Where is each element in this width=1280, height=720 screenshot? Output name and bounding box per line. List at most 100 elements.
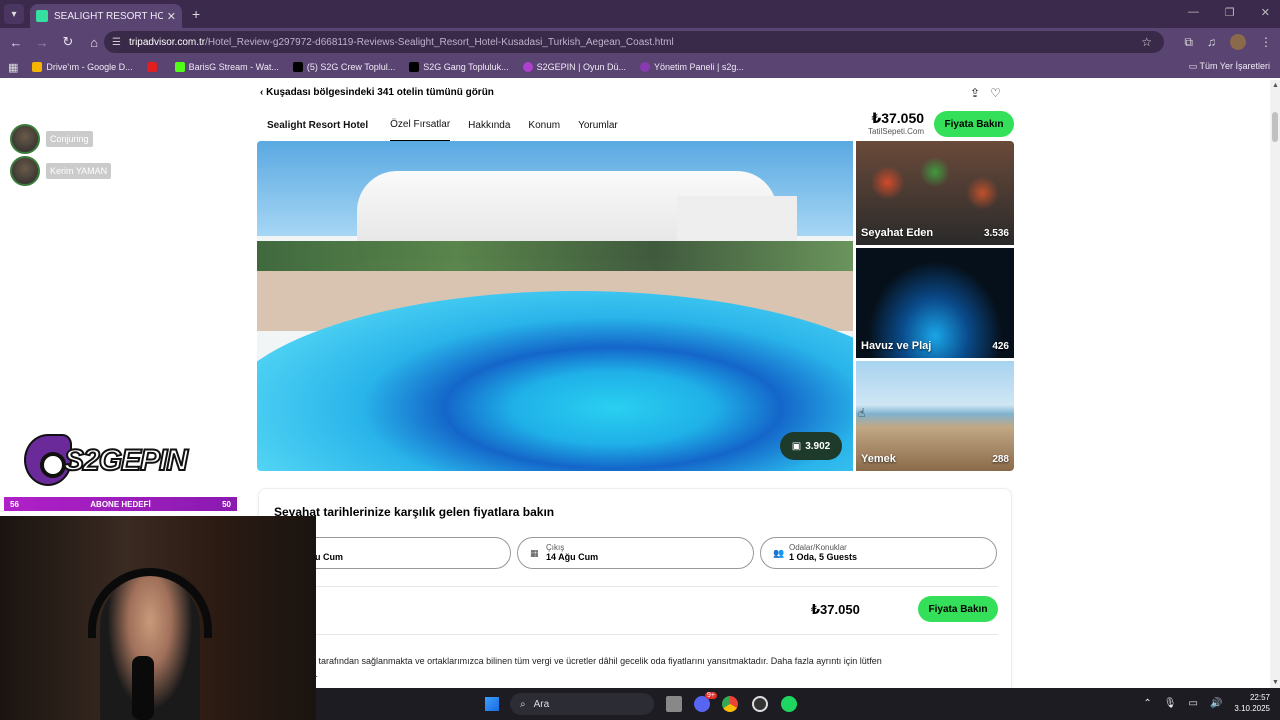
- task-view-icon[interactable]: [666, 696, 682, 712]
- back-icon[interactable]: ←: [4, 35, 28, 50]
- url-input[interactable]: ☰ tripadvisor.com.tr/Hotel_Review-g29797…: [104, 31, 1164, 53]
- offer-view-price-button[interactable]: Fiyata Bakın: [918, 596, 998, 622]
- close-window-icon[interactable]: ✕: [1261, 6, 1270, 19]
- all-bookmarks[interactable]: ▭ Tüm Yer İşaretleri: [1189, 61, 1270, 72]
- sub-goal-label: ABONE HEDEFİ: [90, 499, 151, 509]
- main-hotel-photo[interactable]: [257, 141, 853, 471]
- viewer-name: Kerim YAMAN: [46, 163, 112, 179]
- nav-view-price-button[interactable]: Fiyata Bakın: [934, 111, 1014, 137]
- toolbar-right: ⧉ ♫ ⋮: [1184, 34, 1272, 50]
- gallery-thumb-dining[interactable]: Yemek 288: [856, 361, 1014, 471]
- site-info-icon[interactable]: ☰: [112, 37, 121, 48]
- minimize-icon[interactable]: —: [1188, 6, 1199, 19]
- folder-icon: ▭: [1188, 61, 1200, 71]
- rooms-value: 1 Oda, 5 Guests: [789, 552, 858, 562]
- youtube-icon: [146, 62, 157, 72]
- checkout-label: Çıkış: [546, 543, 565, 552]
- bookmark-label: (5) S2G Crew Toplul...: [306, 62, 396, 72]
- bookmark-item[interactable]: Yönetim Paneli | s2g...: [639, 62, 744, 72]
- tab-deals[interactable]: Özel Fırsatlar: [390, 109, 451, 142]
- x-icon: [292, 62, 303, 72]
- window-controls: — ❐ ✕: [1188, 6, 1270, 19]
- maximize-icon[interactable]: ❐: [1225, 6, 1235, 19]
- tab-about[interactable]: Hakkında: [468, 110, 510, 141]
- bookmark-star-icon[interactable]: ☆: [1141, 35, 1152, 49]
- all-bookmarks-label: Tüm Yer İşaretleri: [1199, 61, 1270, 71]
- bookmark-label: Yönetim Paneli | s2g...: [653, 62, 744, 72]
- close-tab-icon[interactable]: ✕: [167, 10, 176, 23]
- new-tab-icon[interactable]: +: [192, 6, 200, 22]
- heart-icon[interactable]: ♡: [990, 86, 1001, 100]
- bookmark-item[interactable]: S2G Gang Topluluk...: [409, 62, 509, 72]
- offer-price: ₺37.050: [811, 602, 860, 617]
- tab-search-icon[interactable]: ▾: [4, 4, 24, 24]
- clock[interactable]: 22:57 3.10.2025: [1234, 692, 1270, 714]
- checkin-spacer: [303, 543, 510, 552]
- divider: [274, 586, 998, 587]
- image-icon: ▣: [791, 440, 802, 452]
- photo-count-badge[interactable]: ▣ 3.902: [780, 432, 842, 460]
- drive-icon: [32, 62, 43, 72]
- volume-icon[interactable]: 🔊: [1210, 698, 1222, 709]
- obs-icon[interactable]: [752, 696, 768, 712]
- logo-text: S2GEPIN: [63, 443, 189, 478]
- hotel-name[interactable]: Sealight Resort Hotel: [267, 110, 368, 141]
- back-to-hotels-link[interactable]: ‹ Kuşadası bölgesindeki 341 otelin tümün…: [260, 87, 494, 98]
- scroll-up-icon[interactable]: ▲: [1272, 82, 1279, 89]
- media-icon[interactable]: ♫: [1207, 35, 1216, 49]
- reload-icon[interactable]: ↻: [56, 34, 80, 50]
- browser-tab[interactable]: SEALIGHT RESORT HOTEL (Kuşa ✕: [30, 4, 182, 28]
- bookmark-item[interactable]: S2GEPIN | Oyun Dü...: [522, 62, 626, 72]
- taskbar-search[interactable]: ⌕ Ara: [510, 693, 654, 715]
- viewer-kerim: Kerim YAMAN: [10, 156, 112, 186]
- chrome-icon[interactable]: [722, 696, 738, 712]
- bookmark-label: S2G Gang Topluluk...: [423, 62, 509, 72]
- home-icon[interactable]: ⌂: [82, 35, 106, 50]
- bookmark-label: Drive'ım - Google D...: [46, 62, 133, 72]
- bookmark-item[interactable]: Drive'ım - Google D...: [32, 62, 133, 72]
- mic-icon[interactable]: 🎙: [1164, 698, 1177, 709]
- windows-start-icon[interactable]: [485, 697, 499, 711]
- forward-icon[interactable]: →: [30, 35, 54, 50]
- thumb-count: 3.536: [983, 228, 1009, 239]
- tab-reviews[interactable]: Yorumlar: [578, 110, 618, 141]
- discord-badge: 9+: [705, 692, 717, 699]
- scroll-thumb[interactable]: [1272, 112, 1278, 142]
- hotel-nav: Sealight Resort Hotel Özel Fırsatlar Hak…: [256, 108, 1016, 142]
- taskbar-search-placeholder: Ara: [533, 698, 550, 710]
- address-bar: ← → ↻ ⌂ ☰ tripadvisor.com.tr/Hotel_Revie…: [0, 28, 1280, 56]
- mouse-cursor-icon: ☝: [858, 406, 866, 420]
- apps-grid-icon[interactable]: ▦: [8, 61, 18, 74]
- chevron-up-icon[interactable]: ⌃: [1143, 698, 1151, 709]
- tab-location[interactable]: Konum: [528, 110, 560, 141]
- bookmark-label: S2GEPIN | Oyun Dü...: [536, 62, 626, 72]
- thumb-label: Yemek: [861, 453, 896, 465]
- bookmark-item[interactable]: (5) S2G Crew Toplul...: [292, 62, 396, 72]
- bookmark-item[interactable]: BarisG Stream - Wat...: [174, 62, 279, 72]
- price-card: Seyahat tarihlerinize karşılık gelen fiy…: [258, 488, 1012, 688]
- gallery-thumb-pool[interactable]: Havuz ve Plaj 426: [856, 248, 1014, 358]
- calendar-icon: ▦: [530, 548, 539, 558]
- viewer-name: Conjuring: [46, 131, 93, 147]
- microphone-icon: [132, 656, 154, 720]
- extensions-icon[interactable]: ⧉: [1184, 35, 1193, 50]
- nav-price: ₺37.050 TatilSepeti.Com: [868, 110, 924, 136]
- price-disclaimer: rtaklarımız tarafından sağlanmakta ve or…: [274, 656, 882, 679]
- menu-icon[interactable]: ⋮: [1260, 35, 1272, 49]
- url-path: /Hotel_Review-g297972-d668119-Reviews-Se…: [205, 36, 674, 48]
- network-icon[interactable]: ▭: [1189, 698, 1198, 709]
- spotify-icon[interactable]: [781, 696, 797, 712]
- page-scrollbar[interactable]: ▲ ▼: [1270, 80, 1280, 688]
- profile-avatar[interactable]: [1230, 34, 1246, 50]
- subscriber-goal-bar: 56 ABONE HEDEFİ 50: [4, 497, 237, 511]
- checkout-field[interactable]: ▦ Çıkış 14 Ağu Cum: [517, 537, 754, 569]
- guests-icon: 👥: [773, 548, 785, 558]
- kick-icon: [174, 62, 185, 72]
- bookmark-item[interactable]: [146, 62, 161, 72]
- scroll-down-icon[interactable]: ▼: [1272, 679, 1279, 686]
- rooms-guests-field[interactable]: 👥 Odalar/Konuklar 1 Oda, 5 Guests: [760, 537, 997, 569]
- page-actions: ⇪ ♡: [970, 86, 1001, 100]
- share-icon[interactable]: ⇪: [970, 86, 980, 100]
- gallery-thumb-travellers[interactable]: Seyahat Eden 3.536: [856, 141, 1014, 245]
- checkout-value: 14 Ağu Cum: [546, 552, 599, 562]
